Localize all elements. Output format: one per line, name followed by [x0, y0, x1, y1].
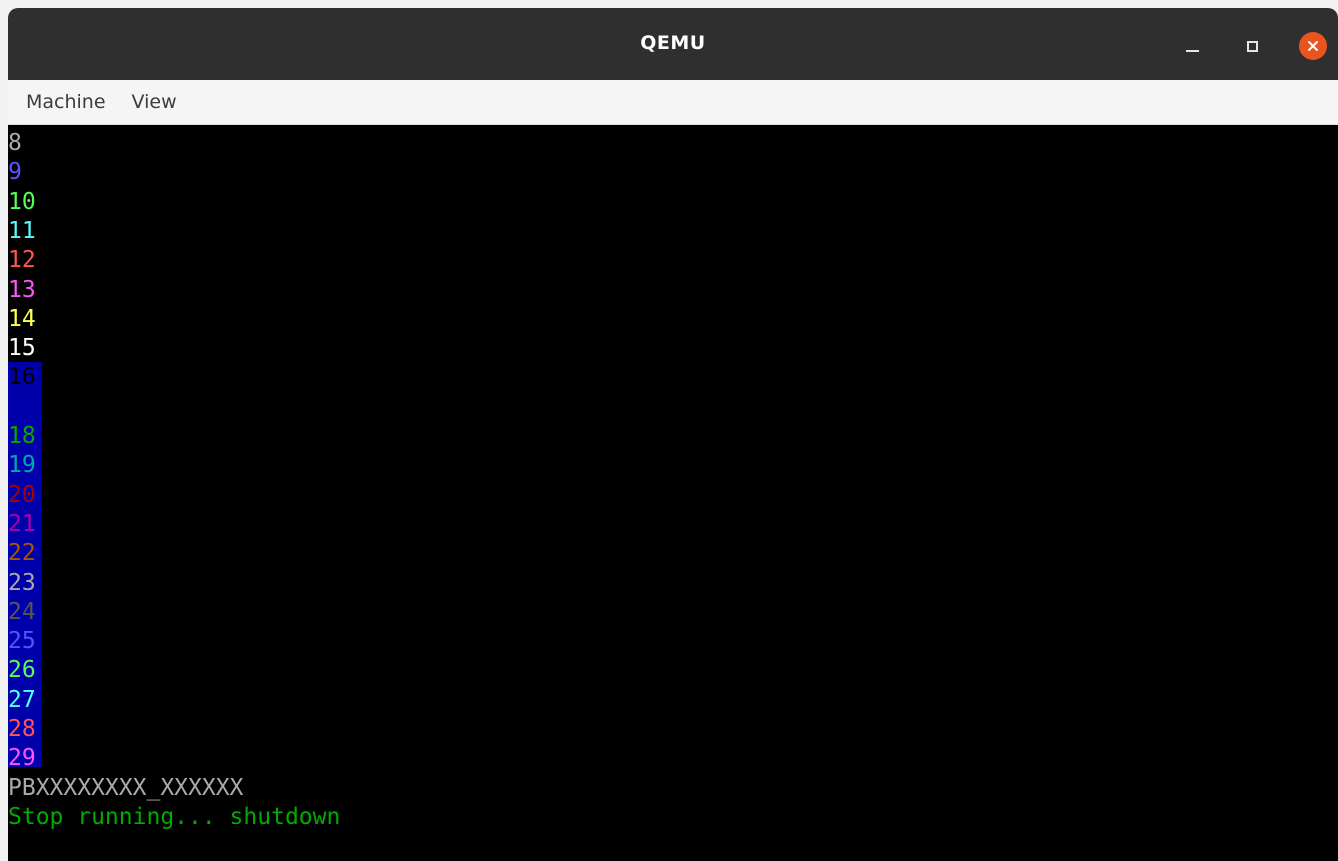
minimize-button[interactable] [1174, 28, 1210, 64]
console-line: 26 [8, 657, 36, 684]
console-line: 27 [8, 686, 36, 713]
console-line: 29 [8, 745, 36, 772]
menu-view[interactable]: View [126, 80, 183, 125]
console-line: 8 [8, 130, 22, 156]
console-line: 16 [8, 364, 36, 391]
close-icon [1299, 32, 1327, 60]
console-line: Stop running... shutdown [8, 803, 341, 830]
close-button[interactable] [1295, 28, 1331, 64]
console-line: 20 [8, 481, 36, 508]
console-line: 23 [8, 569, 36, 596]
console-line: 11 [8, 217, 36, 244]
console-line: 22 [8, 540, 36, 567]
menu-machine[interactable]: Machine [20, 80, 112, 125]
console-line: 10 [8, 188, 36, 215]
window-title: QEMU [640, 32, 706, 54]
title-bar[interactable]: QEMU [8, 8, 1338, 80]
console-line: 24 [8, 598, 36, 625]
console-line: 18 [8, 423, 36, 449]
console-line: 19 [8, 452, 36, 479]
console-line: 21 [8, 510, 36, 537]
qemu-window: QEMU Machine View 8 9 10 11 12 13 14 15 16 17 18 19… [0, 0, 1338, 861]
console-line: 28 [8, 716, 36, 742]
console-line: 13 [8, 276, 36, 303]
console-line: PBXXXXXXXX_XXXXXX [8, 774, 244, 801]
console-line: 14 [8, 305, 36, 332]
console-line: 12 [8, 247, 36, 274]
console-line: 25 [8, 628, 36, 655]
console-line: 17 [8, 393, 36, 420]
maximize-button[interactable] [1234, 28, 1270, 64]
console-line: 15 [8, 335, 36, 362]
maximize-icon [1246, 40, 1258, 52]
menu-bar: Machine View [8, 80, 1338, 125]
vm-display[interactable]: 8 9 10 11 12 13 14 15 16 17 18 19 20 21 22 23 24 25 26 27 28… [8, 125, 1338, 861]
minimize-icon [1185, 50, 1199, 52]
console-line: 9 [8, 159, 22, 186]
